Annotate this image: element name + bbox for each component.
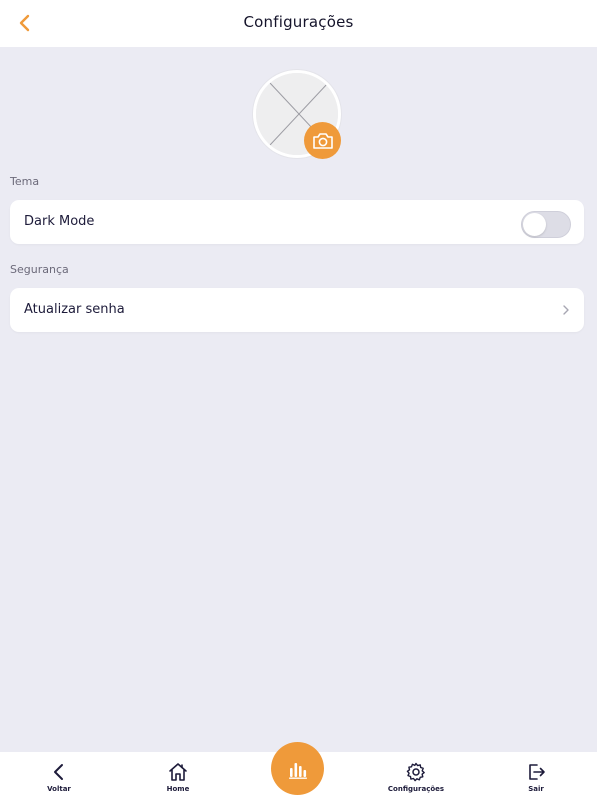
toggle-knob <box>523 213 546 236</box>
top-header: Configurações <box>0 0 597 47</box>
change-photo-button[interactable] <box>304 122 341 159</box>
logout-icon <box>529 764 545 780</box>
gear-icon <box>406 762 425 782</box>
page-title: Configurações <box>243 13 354 31</box>
nav-label: Voltar <box>47 785 71 793</box>
dark-mode-toggle[interactable] <box>521 211 571 238</box>
nav-item-configuracoes[interactable]: Configurações <box>376 752 456 800</box>
nav-label: Configurações <box>387 785 445 793</box>
home-icon <box>169 763 187 781</box>
dark-mode-row: Dark Mode <box>10 200 584 244</box>
settings-screen: Configurações Tema Dark Mode Segurança A… <box>0 0 597 800</box>
nav-item-sair[interactable]: Sair <box>496 752 576 800</box>
dark-mode-label: Dark Mode <box>24 214 95 229</box>
update-password-row[interactable]: Atualizar senha <box>10 288 584 332</box>
chevron-left-icon <box>54 764 63 780</box>
nav-item-home[interactable]: Home <box>138 752 218 800</box>
nav-item-voltar[interactable]: Voltar <box>19 752 99 800</box>
nav-label: Sair <box>528 785 544 793</box>
section-label-security: Segurança <box>10 263 69 276</box>
section-label-theme: Tema <box>10 175 40 188</box>
charts-fab-button[interactable] <box>271 742 324 795</box>
chevron-right-icon <box>563 305 569 315</box>
bar-chart-icon <box>288 762 307 779</box>
camera-icon <box>312 132 333 149</box>
nav-label: Home <box>166 785 190 793</box>
update-password-label: Atualizar senha <box>24 302 125 317</box>
